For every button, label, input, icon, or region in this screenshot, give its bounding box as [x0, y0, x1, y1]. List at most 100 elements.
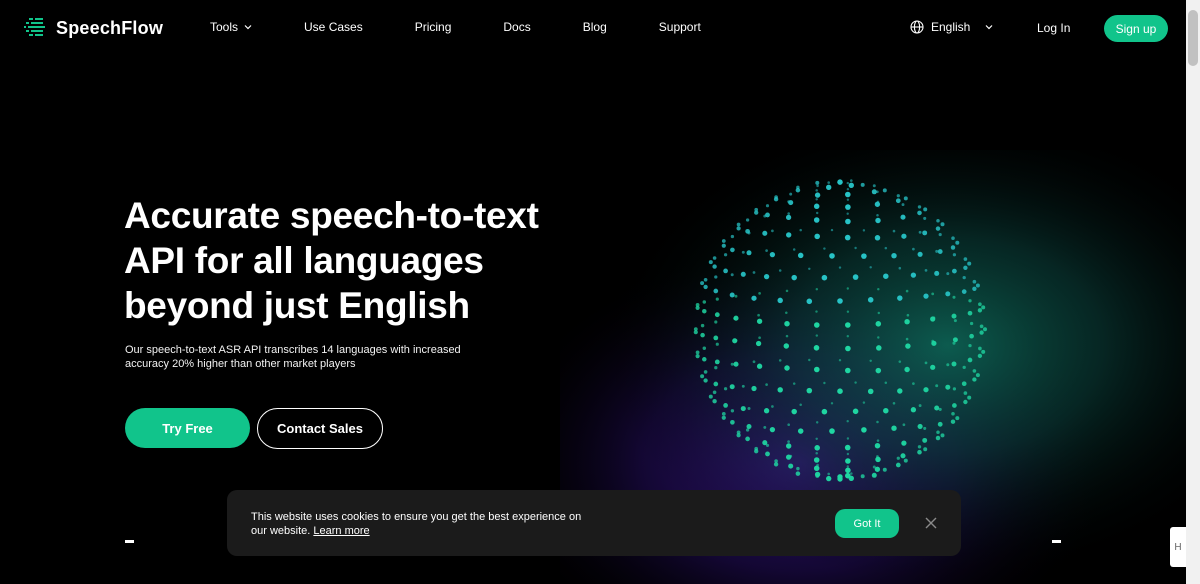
globe-dot [813, 203, 820, 210]
nav-pricing[interactable]: Pricing [415, 20, 452, 34]
globe-dot [972, 279, 977, 284]
globe-dot [904, 318, 910, 325]
globe-dot [867, 297, 874, 303]
globe-dot [721, 239, 726, 243]
globe-dot [714, 312, 720, 318]
globe-dot [713, 335, 719, 341]
globe-dot [884, 246, 888, 250]
globe-dot [923, 447, 928, 452]
globe-dot [910, 272, 917, 278]
globe-dot [763, 425, 767, 429]
globe-dot [952, 295, 956, 299]
nav-tools[interactable]: Tools [210, 20, 252, 34]
globe-dot [895, 198, 901, 204]
nav-docs[interactable]: Docs [503, 20, 530, 34]
globe-dot [734, 339, 738, 342]
globe-dot [883, 273, 889, 279]
globe-dot [747, 231, 751, 235]
globe-dot [846, 420, 849, 423]
nav-use-cases[interactable]: Use Cases [304, 20, 363, 34]
learn-more-link[interactable]: Learn more [313, 525, 369, 537]
login-link[interactable]: Log In [1037, 21, 1070, 35]
globe-dot [967, 395, 972, 400]
nav-support[interactable]: Support [659, 20, 701, 34]
try-free-button[interactable]: Try Free [125, 408, 250, 448]
globe-dot [740, 271, 746, 277]
globe-dot [806, 387, 813, 394]
globe-dot [703, 277, 708, 282]
globe-dot [741, 384, 745, 388]
globe-dot [967, 310, 973, 316]
globe-dot [892, 229, 896, 233]
globe-dot [849, 179, 853, 182]
globe-dot [765, 249, 768, 252]
signup-button[interactable]: Sign up [1104, 15, 1168, 42]
globe-dot [721, 243, 726, 248]
globe-dot [876, 455, 879, 458]
globe-dot [721, 415, 726, 420]
globe-dot [796, 185, 800, 190]
globe-dot [917, 210, 922, 216]
hero-title-line: API for all languages [124, 240, 484, 281]
globe-dot [983, 327, 987, 332]
globe-dot [702, 300, 707, 304]
side-help-widget[interactable]: H [1170, 527, 1186, 567]
globe-dot [700, 323, 705, 328]
cookie-accept-button[interactable]: Got It [835, 509, 899, 538]
globe-dot [762, 230, 768, 236]
globe-dot [896, 456, 900, 460]
globe-dot [981, 305, 986, 310]
globe-dot [791, 274, 797, 281]
globe-dot [967, 261, 972, 266]
globe-dot [787, 200, 790, 203]
close-icon[interactable] [925, 517, 937, 529]
globe-dot [838, 266, 842, 269]
globe-dot [962, 365, 966, 370]
globe-dot [789, 192, 793, 196]
globe-dot [854, 381, 857, 384]
globe-dot [946, 272, 950, 276]
globe-dot [935, 384, 939, 388]
globe-dot [936, 430, 940, 434]
globe-dot [813, 217, 820, 223]
globe-dot [901, 203, 905, 207]
globe-dot [736, 222, 741, 227]
globe-dot [695, 350, 700, 355]
nav-blog[interactable]: Blog [583, 20, 607, 34]
globe-dot [884, 381, 888, 384]
globe-dot [875, 217, 881, 224]
globe-dot [846, 287, 849, 290]
globe-dot [967, 357, 973, 363]
globe-dot [777, 297, 783, 304]
language-selector[interactable]: English [910, 20, 993, 34]
nav-links: Tools Use Cases Pricing Docs Blog Suppor… [210, 20, 701, 34]
globe-dot [912, 382, 915, 385]
globe-dot [910, 407, 917, 413]
globe-dot [756, 363, 763, 369]
globe-dot [849, 472, 853, 475]
globe-dot [763, 408, 770, 414]
globe-dot [952, 387, 957, 391]
globe-dot [774, 195, 778, 199]
globe-dot [903, 458, 908, 463]
globe-dot [903, 196, 908, 201]
scrollbar-thumb[interactable] [1188, 10, 1198, 66]
globe-dot [712, 399, 717, 404]
globe-dot [714, 275, 718, 279]
contact-sales-button[interactable]: Contact Sales [257, 408, 383, 449]
globe-dot [924, 361, 928, 365]
globe-dot [784, 365, 790, 371]
globe-dot [814, 445, 820, 451]
globe-dot [972, 377, 977, 382]
globe-dot [814, 322, 820, 328]
brand-logo[interactable]: SpeechFlow [24, 16, 163, 40]
globe-dot [723, 253, 728, 257]
scrollbar[interactable] [1186, 0, 1200, 584]
globe-dot [848, 475, 854, 481]
globe-dot [700, 374, 705, 379]
globe-dot [978, 346, 982, 351]
globe-dot [963, 399, 968, 405]
globe-dot [891, 252, 897, 259]
globe-dot [783, 343, 790, 349]
globe-dot [845, 367, 851, 374]
